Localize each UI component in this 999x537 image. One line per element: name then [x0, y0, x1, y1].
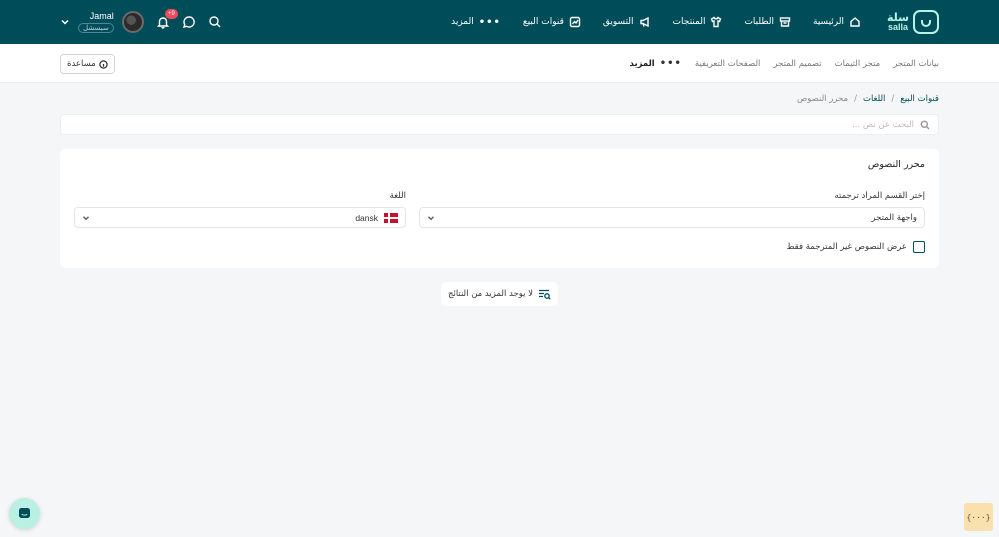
nav-orders-label: الطلبات — [744, 17, 774, 27]
subnav-more-label: المزيد — [629, 58, 655, 69]
chevron-down-icon — [60, 17, 70, 27]
home-icon — [850, 17, 860, 27]
avatar[interactable] — [121, 11, 144, 33]
logo-icon — [913, 10, 939, 34]
no-more-results-label: لا يوجد المزيد من النتائج — [447, 289, 534, 299]
store-subnav: بيانات المتجر متجر الثيمات تصميم المتجر … — [630, 44, 939, 83]
breadcrumb: قنوات البيع / اللغات / محرر النصوص — [797, 93, 939, 105]
breadcrumb-current: محرر النصوص — [796, 94, 849, 104]
search-icon — [209, 16, 221, 28]
subnav-more[interactable]: ••• المزيد — [630, 58, 682, 69]
messages-button[interactable] — [182, 15, 196, 29]
card-title: محرر النصوص — [867, 159, 925, 170]
section-select-value: واجهة المتجر — [871, 212, 917, 223]
search-icon — [920, 120, 930, 129]
support-chat-button[interactable] — [9, 498, 40, 529]
text-editor-card: محرر النصوص إختر القسم المراد ترجمته واج… — [60, 149, 939, 268]
denmark-flag-icon — [384, 212, 398, 223]
section-select-label: إختر القسم المراد ترجمته — [834, 191, 925, 201]
chart-icon — [569, 16, 581, 28]
nav-sales-channels-label: قنوات البيع — [522, 17, 564, 27]
nav-marketing-label: التسويق — [602, 17, 634, 27]
more-dots-icon: ••• — [478, 16, 501, 28]
salla-logo[interactable]: سلة salla — [887, 8, 939, 36]
language-select[interactable]: dansk — [74, 207, 406, 228]
nav-products-label: المنتجات — [672, 17, 706, 27]
section-select[interactable]: واجهة المتجر — [419, 207, 925, 228]
user-role-badge: سيسشل — [78, 23, 114, 33]
breadcrumb-separator: / — [854, 94, 857, 104]
language-select-label: اللغة — [389, 191, 406, 201]
store-subnav-bar: بيانات المتجر متجر الثيمات تصميم المتجر … — [0, 44, 999, 83]
nav-home[interactable]: الرئيسية — [813, 16, 861, 28]
chevron-down-icon — [427, 215, 435, 220]
breadcrumb-separator: / — [891, 94, 895, 104]
subnav-themes-store[interactable]: متجر الثيمات — [835, 59, 881, 69]
subnav-store-data[interactable]: بيانات المتجر — [893, 59, 939, 69]
text-search-bar — [60, 114, 939, 135]
info-icon — [98, 59, 108, 69]
logo-text-en: salla — [888, 22, 909, 32]
nav-more[interactable]: ••• المزيد — [451, 17, 501, 28]
nav-marketing[interactable]: التسويق — [603, 16, 651, 28]
nav-sales-channels[interactable]: قنوات البيع — [523, 16, 581, 28]
help-button[interactable]: مساعدة — [60, 54, 115, 74]
notifications-button[interactable]: +9 — [156, 9, 178, 29]
chat-icon — [19, 508, 30, 518]
language-select-value: dansk — [355, 212, 378, 223]
breadcrumb-sales-channels[interactable]: قنوات البيع — [900, 94, 939, 104]
box-icon — [779, 17, 791, 27]
more-dots-icon: ••• — [659, 58, 682, 69]
list-search-icon — [539, 289, 551, 300]
user-menu[interactable]: Jamal سيسشل — [60, 11, 144, 33]
breadcrumb-languages[interactable]: اللغات — [863, 94, 885, 104]
nav-products[interactable]: المنتجات — [673, 16, 723, 28]
subnav-landing-pages[interactable]: الصفحات التعريفية — [695, 59, 761, 69]
shirt-icon — [711, 16, 722, 28]
untranslated-only-toggle[interactable]: عرض النصوص غير المترجمة فقط — [787, 241, 925, 253]
chevron-down-icon — [82, 215, 90, 220]
help-button-label: مساعدة — [67, 59, 96, 69]
main-nav: الرئيسية الطلبات المنتجات التسويق قنوات … — [451, 0, 861, 44]
search-input[interactable] — [61, 119, 914, 130]
nav-orders[interactable]: الطلبات — [744, 16, 791, 28]
untranslated-only-checkbox[interactable] — [913, 241, 925, 253]
chat-bubble-icon — [182, 16, 195, 28]
notification-count-badge: +9 — [164, 9, 178, 19]
megaphone-icon — [639, 16, 649, 28]
top-navbar: سلة salla الرئيسية الطلبات المنتجات التس… — [0, 0, 999, 44]
dev-tools-button[interactable]: {···} — [964, 503, 993, 531]
nav-home-label: الرئيسية — [813, 17, 844, 27]
search-button[interactable] — [208, 15, 222, 29]
no-more-results: لا يوجد المزيد من النتائج — [441, 282, 558, 306]
nav-more-label: المزيد — [451, 17, 474, 27]
subnav-store-design[interactable]: تصميم المتجر — [773, 59, 821, 69]
top-actions: Jamal سيسشل +9 — [60, 0, 222, 44]
untranslated-only-label: عرض النصوص غير المترجمة فقط — [786, 242, 907, 252]
user-name: Jamal — [89, 11, 114, 21]
